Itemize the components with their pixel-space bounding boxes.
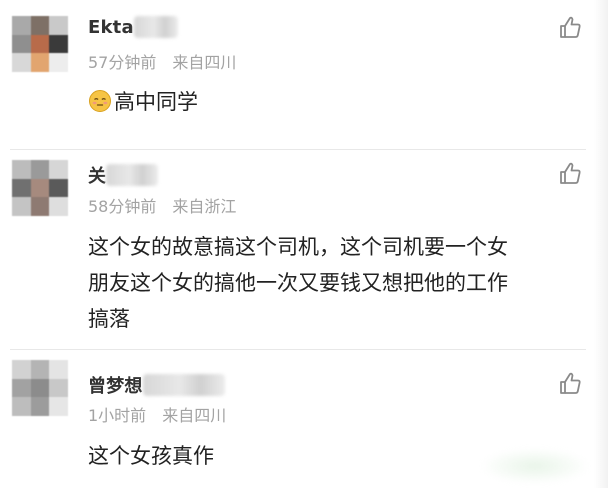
name-redaction	[142, 374, 225, 396]
screen-edge	[594, 0, 608, 488]
comment-meta: 58分钟前 来自浙江	[88, 193, 236, 217]
comment-time: 1小时前	[88, 406, 147, 425]
author-name[interactable]: 关	[88, 162, 106, 188]
comment-text: 这个女孩真作	[88, 438, 214, 474]
avatar[interactable]	[12, 360, 68, 416]
author-name[interactable]: Ekta	[88, 17, 134, 38]
comment-location: 来自四川	[172, 53, 237, 72]
thumbs-up-icon[interactable]	[557, 160, 585, 188]
background-smudge	[480, 448, 590, 484]
author-row: 曾梦想	[88, 372, 225, 398]
comment-time: 57分钟前	[88, 53, 157, 72]
author-name[interactable]: 曾梦想	[88, 372, 143, 398]
comment-line: 高中同学	[88, 84, 198, 120]
comment-time: 58分钟前	[88, 197, 157, 216]
name-redaction	[133, 16, 178, 38]
comment-line: 朋友这个女的搞他一次又要钱又想把他的工作	[88, 271, 508, 295]
comment-location: 来自浙江	[172, 197, 237, 216]
comment-text: 这个女的故意搞这个司机，这个司机要一个女 朋友这个女的搞他一次又要钱又想把他的工…	[88, 229, 508, 337]
comment-meta: 1小时前 来自四川	[88, 402, 226, 426]
thumbs-up-icon[interactable]	[557, 14, 585, 42]
comment-item: Ekta 57分钟前 来自四川 高中同学	[0, 0, 608, 150]
author-row: Ekta	[88, 14, 178, 40]
avatar[interactable]	[12, 16, 68, 72]
comment-item: 关 58分钟前 来自浙江 这个女的故意搞这个司机，这个司机要一个女 朋友这个女的搞…	[0, 150, 608, 350]
comment-meta: 57分钟前 来自四川	[88, 49, 236, 73]
comment-line: 搞落	[88, 307, 130, 331]
name-redaction	[106, 164, 159, 186]
comment-line-text: 高中同学	[114, 90, 198, 114]
comment-text: 高中同学	[88, 84, 198, 120]
thumbs-up-icon[interactable]	[557, 370, 585, 398]
avatar[interactable]	[12, 160, 68, 216]
blushing-face-emoji	[89, 90, 111, 112]
author-row: 关	[88, 162, 159, 188]
comment-line: 这个女孩真作	[88, 444, 214, 468]
comment-location: 来自四川	[162, 406, 227, 425]
comment-line: 这个女的故意搞这个司机，这个司机要一个女	[88, 235, 508, 259]
